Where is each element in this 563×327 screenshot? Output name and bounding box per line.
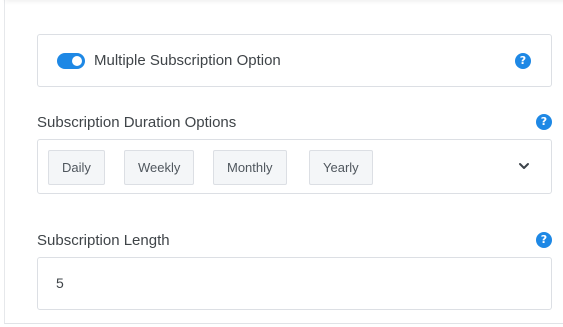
duration-options-label: Subscription Duration Options <box>37 114 237 131</box>
duration-chip-monthly[interactable]: Monthly <box>213 150 287 185</box>
multiple-subscription-toggle[interactable] <box>57 53 85 69</box>
help-icon[interactable]: ? <box>515 53 531 69</box>
duration-options-select[interactable]: Daily Weekly Monthly Yearly <box>37 139 552 194</box>
help-icon[interactable]: ? <box>536 114 552 130</box>
help-icon[interactable]: ? <box>536 232 552 248</box>
duration-chip-daily[interactable]: Daily <box>48 150 105 185</box>
multiple-subscription-option-card: Multiple Subscription Option ? <box>37 34 552 87</box>
toggle-knob <box>72 56 82 66</box>
chevron-down-icon[interactable] <box>517 159 531 173</box>
subscription-length-label: Subscription Length <box>37 232 170 249</box>
duration-chip-weekly[interactable]: Weekly <box>124 150 195 185</box>
multiple-subscription-label: Multiple Subscription Option <box>94 52 281 69</box>
duration-chip-yearly[interactable]: Yearly <box>309 150 373 185</box>
subscription-length-input[interactable]: 5 <box>37 257 552 310</box>
